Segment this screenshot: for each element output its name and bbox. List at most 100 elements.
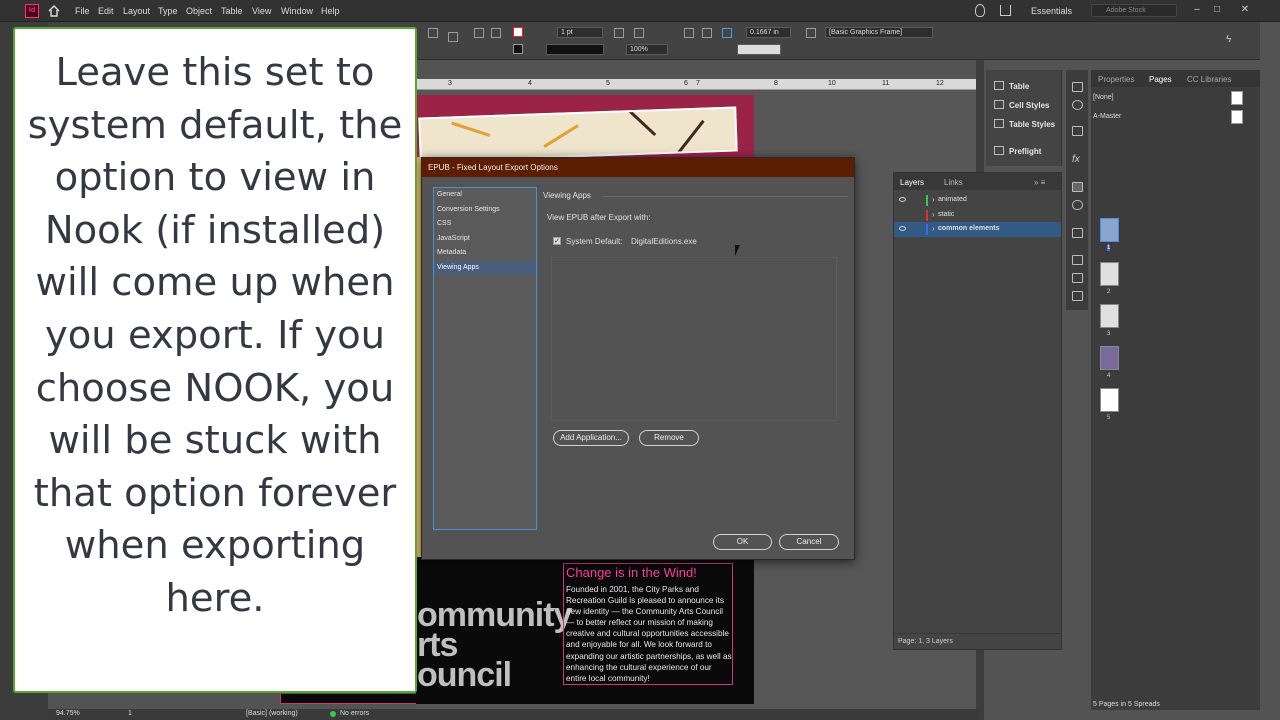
stock-search-input[interactable]: Adobe Stock (1091, 4, 1177, 17)
page-thumbnail[interactable] (1100, 346, 1119, 370)
master-thumbnail[interactable] (1231, 110, 1243, 124)
page-thumbnail[interactable] (1100, 304, 1119, 328)
align-right-icon[interactable] (702, 28, 712, 38)
frame-fit-icon[interactable] (614, 28, 624, 38)
preflight-errors[interactable]: No errors (340, 710, 369, 717)
menu-file[interactable]: File (75, 6, 90, 16)
menu-icon[interactable] (1072, 82, 1083, 92)
opacity-field[interactable]: 100% (626, 44, 668, 55)
menu-window[interactable]: Window (281, 6, 313, 16)
zoom-level[interactable]: 94.75% (56, 710, 80, 717)
master-a[interactable]: A-Master (1093, 113, 1121, 120)
sidebar-item-javascript[interactable]: JavaScript (434, 232, 536, 247)
page-thumbnail[interactable] (1100, 262, 1119, 286)
shear-icon[interactable] (448, 32, 458, 42)
visibility-eye-icon[interactable] (899, 197, 906, 202)
table-icon (994, 81, 1004, 90)
preflight-profile[interactable]: [Basic] (working) (246, 710, 298, 717)
maximize-icon[interactable]: □ (1210, 3, 1224, 17)
fill-none-icon[interactable] (513, 27, 523, 37)
tab-layers[interactable]: Layers (900, 178, 924, 187)
chevron-right-icon[interactable]: › (932, 210, 935, 219)
character-icon[interactable] (1072, 255, 1083, 265)
sidebar-item-general[interactable]: General (434, 188, 536, 203)
minimize-icon[interactable]: – (1190, 3, 1204, 17)
layer-name: animated (938, 196, 967, 203)
workspace-switcher[interactable]: Essentials (1031, 6, 1072, 16)
align-icon[interactable] (1072, 273, 1083, 283)
chevron-right-icon[interactable]: › (932, 195, 935, 204)
remove-button[interactable]: Remove (639, 430, 699, 446)
align-left-icon[interactable] (684, 28, 694, 38)
cancel-button[interactable]: Cancel (779, 534, 839, 550)
visibility-eye-icon[interactable] (899, 226, 906, 231)
panel-preflight[interactable]: Preflight (1009, 147, 1041, 156)
menu-bar: Id File Edit Layout Type Object Table Vi… (0, 0, 1280, 22)
tab-links[interactable]: Links (944, 178, 963, 187)
ruler-tick: 12 (936, 80, 944, 87)
add-application-button[interactable]: Add Application... (553, 430, 629, 446)
rotate-icon[interactable] (428, 28, 438, 38)
text-wrap-icon[interactable] (1072, 228, 1083, 238)
tab-properties[interactable]: Properties (1098, 75, 1134, 84)
auto-fit-icon[interactable] (722, 28, 732, 38)
sidebar-item-conversion-settings[interactable]: Conversion Settings (434, 203, 536, 218)
page-number: 1 (1107, 245, 1111, 251)
system-default-label: System Default: (566, 237, 623, 246)
sidebar-item-metadata[interactable]: Metadata (434, 246, 536, 261)
ok-button[interactable]: OK (713, 534, 772, 550)
layers-tabbar: Layers Links » ≡ (894, 173, 1061, 190)
community-arts-council-logo[interactable]: ommunity rts ouncil (417, 598, 572, 692)
layer-row-animated[interactable]: › animated (894, 193, 1061, 208)
sidebar-item-css[interactable]: CSS (434, 217, 536, 232)
chevron-right-icon[interactable]: › (932, 224, 935, 233)
menu-help[interactable]: Help (321, 6, 340, 16)
menu-type[interactable]: Type (158, 6, 178, 16)
panel-cell-styles[interactable]: Cell Styles (1009, 101, 1049, 110)
pathfinder-icon[interactable] (1072, 291, 1083, 301)
function-icon[interactable]: fx (1072, 154, 1083, 165)
indesign-logo-icon: Id (25, 4, 39, 18)
stroke-weight-field[interactable]: 1 pt (557, 27, 603, 38)
lightbulb-icon[interactable] (975, 4, 985, 17)
lightning-icon[interactable]: ϟ (1226, 34, 1236, 45)
color-icon[interactable] (1072, 100, 1083, 110)
menu-edit[interactable]: Edit (98, 6, 114, 16)
stroke-color-field[interactable] (737, 44, 781, 55)
layer-row-common-elements[interactable]: › common elements (894, 222, 1061, 237)
dialog-titlebar[interactable]: EPUB - Fixed Layout Export Options (422, 158, 854, 177)
system-default-app: DigitalEditions.exe (631, 237, 697, 246)
share-icon[interactable] (1000, 5, 1011, 16)
tab-pages[interactable]: Pages (1149, 75, 1172, 84)
table-styles-icon (994, 119, 1004, 128)
panel-table-styles[interactable]: Table Styles (1009, 120, 1055, 129)
menu-object[interactable]: Object (186, 6, 212, 16)
links-icon[interactable] (1072, 200, 1083, 210)
system-default-checkbox[interactable]: ✓ (553, 237, 561, 245)
panel-table[interactable]: Table (1009, 82, 1029, 91)
layer-row-static[interactable]: › static (894, 208, 1061, 223)
page-thumbnail[interactable] (1100, 388, 1119, 412)
menu-view[interactable]: View (252, 6, 271, 16)
flip-vertical-icon[interactable] (491, 28, 501, 38)
flip-horizontal-icon[interactable] (474, 28, 484, 38)
sidebar-item-viewing-apps[interactable]: Viewing Apps (434, 260, 536, 275)
tab-cc-libraries[interactable]: CC Libraries (1187, 75, 1231, 84)
master-thumbnail[interactable] (1231, 91, 1243, 105)
swatches-icon[interactable] (1072, 126, 1083, 136)
menu-layout[interactable]: Layout (123, 6, 150, 16)
home-icon[interactable] (47, 4, 61, 18)
page-thumbnail[interactable] (1100, 218, 1119, 242)
drop-shadow-icon[interactable] (634, 28, 644, 38)
layers-icon[interactable] (1072, 182, 1083, 192)
object-style-select[interactable]: [Basic Graphics Frame] (825, 27, 933, 38)
offset-field[interactable]: 0.1667 in (746, 27, 791, 38)
page-field[interactable]: 1 (128, 710, 132, 717)
panel-menu-icon[interactable]: » ≡ (1034, 178, 1045, 187)
master-none[interactable]: [None] (1093, 94, 1114, 101)
applications-list[interactable] (551, 257, 837, 421)
stroke-type-select[interactable] (546, 44, 604, 55)
stroke-swatch-icon[interactable] (513, 44, 523, 54)
menu-table[interactable]: Table (221, 6, 243, 16)
close-icon[interactable]: ✕ (1238, 3, 1252, 17)
